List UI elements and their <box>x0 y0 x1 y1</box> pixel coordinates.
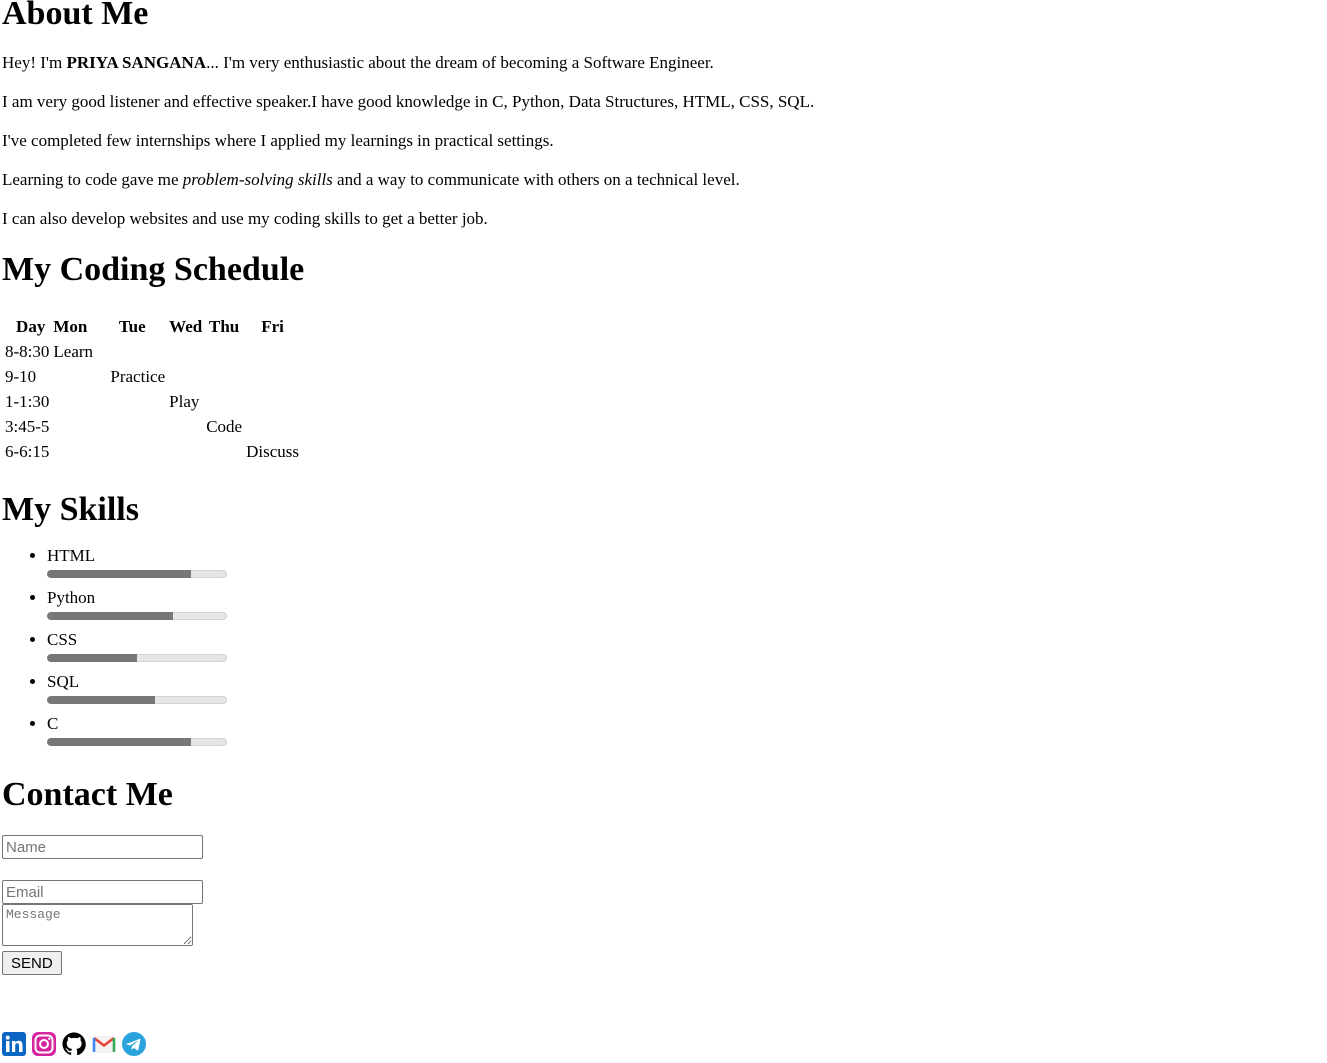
schedule-cell: Discuss <box>246 442 299 461</box>
schedule-row: 3:45-5 Code <box>4 415 300 438</box>
schedule-header-mon: Mon <box>53 317 88 336</box>
telegram-icon <box>122 1032 146 1056</box>
linkedin-link[interactable] <box>2 1032 26 1056</box>
about-line-2: I am very good listener and effective sp… <box>2 92 815 111</box>
schedule-row: 1-1:30 Play <box>4 390 300 413</box>
schedule-cell: 8-8:30 <box>5 342 50 361</box>
about-title: About Me <box>2 0 149 32</box>
about-line-4-prefix: Learning to code gave me <box>2 170 183 189</box>
skill-progress-bar <box>47 612 227 620</box>
skill-progress-fill <box>47 570 191 578</box>
schedule-header-tue: Tue <box>118 317 146 336</box>
skill-item: CSS <box>47 629 1302 662</box>
message-textarea[interactable] <box>2 904 193 946</box>
skill-progress-fill <box>47 654 137 662</box>
linkedin-icon <box>2 1032 26 1056</box>
schedule-cell <box>245 415 300 438</box>
skill-label: SQL <box>47 672 80 691</box>
about-line-4-suffix: and a way to communicate with others on … <box>332 170 740 189</box>
about-intro-prefix: Hey! I'm <box>2 53 67 72</box>
skill-item: SQL <box>47 671 1302 704</box>
schedule-cell <box>109 340 166 363</box>
skill-progress-fill <box>47 696 155 704</box>
skill-progress-fill <box>47 612 173 620</box>
skills-list: HTML Python CSS SQL C <box>2 545 1302 746</box>
about-intro-suffix: ... I'm very enthusiastic about the drea… <box>206 53 714 72</box>
skill-label: CSS <box>47 630 78 649</box>
schedule-cell <box>205 340 243 363</box>
about-line-3: I've completed few internships where I a… <box>2 131 554 150</box>
schedule-row: 9-10 Practice <box>4 365 300 388</box>
github-link[interactable] <box>62 1032 86 1056</box>
skill-item: Python <box>47 587 1302 620</box>
skill-progress-bar <box>47 738 227 746</box>
schedule-cell: 1-1:30 <box>5 392 50 411</box>
schedule-cell <box>205 440 243 463</box>
schedule-cell <box>168 365 203 388</box>
schedule-cell <box>52 415 107 438</box>
schedule-cell: Play <box>169 392 200 411</box>
schedule-cell <box>205 365 243 388</box>
skills-title: My Skills <box>2 491 139 528</box>
schedule-cell: 3:45-5 <box>5 417 50 436</box>
email-input[interactable] <box>2 880 203 904</box>
instagram-icon <box>32 1032 56 1056</box>
about-section: About Me Hey! I'm PRIYA SANGANA... I'm v… <box>2 0 1302 230</box>
schedule-cell <box>245 340 300 363</box>
name-input[interactable] <box>2 835 203 859</box>
skill-progress-bar <box>47 570 227 578</box>
github-icon <box>62 1032 86 1056</box>
skill-progress-bar <box>47 654 227 662</box>
schedule-cell <box>168 440 203 463</box>
schedule-cell <box>109 390 166 413</box>
skill-label: Python <box>47 588 96 607</box>
skill-label: C <box>47 714 59 733</box>
contact-title: Contact Me <box>2 776 173 813</box>
schedule-cell <box>52 440 107 463</box>
schedule-cell <box>168 340 203 363</box>
skill-item: C <box>47 713 1302 746</box>
skill-item: HTML <box>47 545 1302 578</box>
schedule-cell: Learn <box>53 342 94 361</box>
schedule-header-wed: Wed <box>169 317 203 336</box>
schedule-cell: 9-10 <box>5 367 37 386</box>
schedule-header-day: Day <box>16 317 46 336</box>
schedule-row: 6-6:15 Discuss <box>4 440 300 463</box>
schedule-cell <box>168 415 203 438</box>
contact-form: SEND <box>2 835 1302 975</box>
about-line-4-emphasis: problem-solving skills <box>182 170 333 189</box>
schedule-cell <box>245 390 300 413</box>
schedule-header-thu: Thu <box>209 317 240 336</box>
schedule-cell <box>245 365 300 388</box>
schedule-header-fri: Fri <box>261 317 284 336</box>
schedule-cell: 6-6:15 <box>5 442 50 461</box>
about-intro: Hey! I'm PRIYA SANGANA... I'm very enthu… <box>2 52 1302 74</box>
telegram-link[interactable] <box>122 1032 146 1056</box>
gmail-icon <box>92 1036 116 1053</box>
schedule-table: Day Mon Tue Wed Thu Fri 8-8:30 Learn 9-1… <box>2 313 302 465</box>
schedule-cell: Code <box>206 417 243 436</box>
about-name: PRIYA SANGANA <box>66 53 207 72</box>
about-line-4: Learning to code gave me problem-solving… <box>2 169 1302 191</box>
social-links <box>2 1032 146 1056</box>
skill-progress-fill <box>47 738 191 746</box>
instagram-link[interactable] <box>32 1032 56 1056</box>
schedule-cell: Practice <box>110 367 166 386</box>
schedule-header-row: Day Mon Tue Wed Thu Fri <box>4 315 300 338</box>
gmail-link[interactable] <box>92 1032 116 1056</box>
schedule-cell <box>52 390 107 413</box>
schedule-title: My Coding Schedule <box>2 251 305 288</box>
schedule-cell <box>109 440 166 463</box>
schedule-row: 8-8:30 Learn <box>4 340 300 363</box>
skill-label: HTML <box>47 546 96 565</box>
send-button[interactable]: SEND <box>2 951 62 975</box>
schedule-cell <box>52 365 107 388</box>
about-line-5: I can also develop websites and use my c… <box>2 209 488 228</box>
schedule-cell <box>109 415 166 438</box>
skill-progress-bar <box>47 696 227 704</box>
schedule-cell <box>205 390 243 413</box>
page: About Me Hey! I'm PRIYA SANGANA... I'm v… <box>2 0 1302 975</box>
